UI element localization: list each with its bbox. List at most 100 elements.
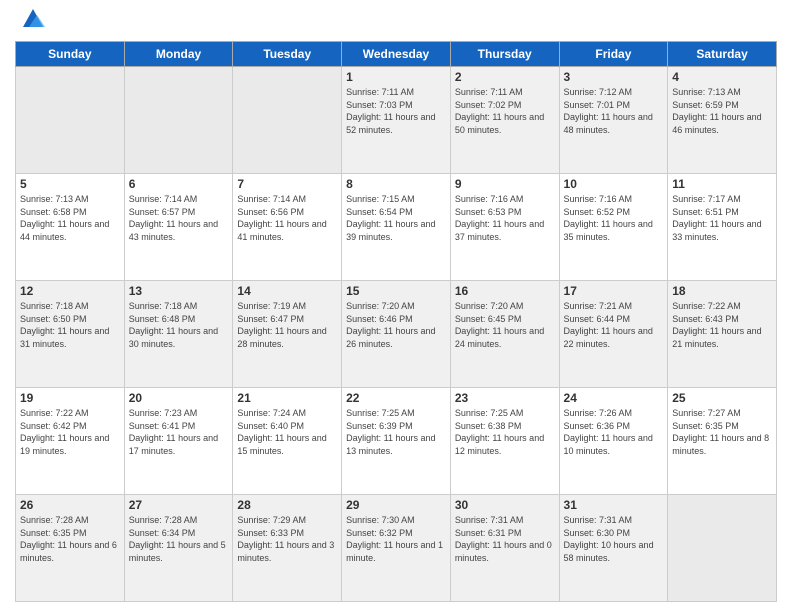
day-number: 15	[346, 284, 446, 298]
calendar-cell: 5 Sunrise: 7:13 AMSunset: 6:58 PMDaylight…	[16, 174, 125, 281]
day-info: Sunrise: 7:17 AMSunset: 6:51 PMDaylight:…	[672, 193, 772, 243]
day-number: 25	[672, 391, 772, 405]
day-info: Sunrise: 7:19 AMSunset: 6:47 PMDaylight:…	[237, 300, 337, 350]
day-info: Sunrise: 7:28 AMSunset: 6:34 PMDaylight:…	[129, 514, 229, 564]
day-header-friday: Friday	[559, 42, 668, 67]
day-number: 2	[455, 70, 555, 84]
day-number: 24	[564, 391, 664, 405]
calendar-cell: 12Sunrise: 7:18 AMSunset: 6:50 PMDayligh…	[16, 281, 125, 388]
calendar-cell: 27 Sunrise: 7:28 AMSunset: 6:34 PMDayligh…	[124, 495, 233, 602]
day-info: Sunrise: 7:23 AMSunset: 6:41 PMDaylight:…	[129, 407, 229, 457]
calendar-cell: 8 Sunrise: 7:15 AMSunset: 6:54 PMDaylight…	[342, 174, 451, 281]
calendar-cell: 20 Sunrise: 7:23 AMSunset: 6:41 PMDayligh…	[124, 388, 233, 495]
day-info: Sunrise: 7:28 AMSunset: 6:35 PMDaylight:…	[20, 514, 120, 564]
calendar-cell: 11 Sunrise: 7:17 AMSunset: 6:51 PMDayligh…	[668, 174, 777, 281]
day-info: Sunrise: 7:26 AMSunset: 6:36 PMDaylight:…	[564, 407, 664, 457]
day-number: 1	[346, 70, 446, 84]
day-info: Sunrise: 7:16 AMSunset: 6:52 PMDaylight:…	[564, 193, 664, 243]
day-info: Sunrise: 7:14 AMSunset: 6:57 PMDaylight:…	[129, 193, 229, 243]
calendar-cell: 7Sunrise: 7:14 AMSunset: 6:56 PMDaylight…	[233, 174, 342, 281]
calendar-cell: 26 Sunrise: 7:28 AMSunset: 6:35 PMDayligh…	[16, 495, 125, 602]
day-info: Sunrise: 7:24 AMSunset: 6:40 PMDaylight:…	[237, 407, 337, 457]
calendar-cell: 6 Sunrise: 7:14 AMSunset: 6:57 PMDaylight…	[124, 174, 233, 281]
calendar-cell	[233, 67, 342, 174]
calendar-cell	[124, 67, 233, 174]
day-info: Sunrise: 7:22 AMSunset: 6:43 PMDaylight:…	[672, 300, 772, 350]
calendar-cell: 21 Sunrise: 7:24 AMSunset: 6:40 PMDayligh…	[233, 388, 342, 495]
day-number: 17	[564, 284, 664, 298]
calendar-cell: 30 Sunrise: 7:31 AMSunset: 6:31 PMDayligh…	[450, 495, 559, 602]
calendar-cell: 29 Sunrise: 7:30 AMSunset: 6:32 PMDayligh…	[342, 495, 451, 602]
calendar-cell: 19 Sunrise: 7:22 AMSunset: 6:42 PMDayligh…	[16, 388, 125, 495]
day-info: Sunrise: 7:11 AMSunset: 7:02 PMDaylight:…	[455, 86, 555, 136]
day-number: 7	[237, 177, 337, 191]
day-number: 27	[129, 498, 229, 512]
day-number: 12	[20, 284, 120, 298]
calendar-cell: 1 Sunrise: 7:11 AMSunset: 7:03 PMDaylight…	[342, 67, 451, 174]
day-number: 11	[672, 177, 772, 191]
day-number: 8	[346, 177, 446, 191]
day-number: 10	[564, 177, 664, 191]
day-number: 5	[20, 177, 120, 191]
day-number: 21	[237, 391, 337, 405]
day-info: Sunrise: 7:27 AMSunset: 6:35 PMDaylight:…	[672, 407, 772, 457]
calendar-cell: 28 Sunrise: 7:29 AMSunset: 6:33 PMDayligh…	[233, 495, 342, 602]
day-header-tuesday: Tuesday	[233, 42, 342, 67]
day-info: Sunrise: 7:16 AMSunset: 6:53 PMDaylight:…	[455, 193, 555, 243]
calendar-cell: 2 Sunrise: 7:11 AMSunset: 7:02 PMDaylight…	[450, 67, 559, 174]
day-header-thursday: Thursday	[450, 42, 559, 67]
day-number: 20	[129, 391, 229, 405]
day-number: 23	[455, 391, 555, 405]
day-header-wednesday: Wednesday	[342, 42, 451, 67]
day-number: 28	[237, 498, 337, 512]
day-number: 6	[129, 177, 229, 191]
day-info: Sunrise: 7:22 AMSunset: 6:42 PMDaylight:…	[20, 407, 120, 457]
day-info: Sunrise: 7:21 AMSunset: 6:44 PMDaylight:…	[564, 300, 664, 350]
day-number: 31	[564, 498, 664, 512]
day-number: 16	[455, 284, 555, 298]
calendar-cell: 31 Sunrise: 7:31 AMSunset: 6:30 PMDayligh…	[559, 495, 668, 602]
calendar-cell: 9 Sunrise: 7:16 AMSunset: 6:53 PMDaylight…	[450, 174, 559, 281]
day-info: Sunrise: 7:20 AMSunset: 6:45 PMDaylight:…	[455, 300, 555, 350]
day-info: Sunrise: 7:13 AMSunset: 6:59 PMDaylight:…	[672, 86, 772, 136]
day-info: Sunrise: 7:31 AMSunset: 6:31 PMDaylight:…	[455, 514, 555, 564]
day-info: Sunrise: 7:30 AMSunset: 6:32 PMDaylight:…	[346, 514, 446, 564]
calendar-cell: 16 Sunrise: 7:20 AMSunset: 6:45 PMDayligh…	[450, 281, 559, 388]
day-number: 14	[237, 284, 337, 298]
calendar-cell: 4 Sunrise: 7:13 AMSunset: 6:59 PMDaylight…	[668, 67, 777, 174]
day-number: 19	[20, 391, 120, 405]
day-info: Sunrise: 7:12 AMSunset: 7:01 PMDaylight:…	[564, 86, 664, 136]
calendar-cell: 13Sunrise: 7:18 AMSunset: 6:48 PMDayligh…	[124, 281, 233, 388]
day-number: 30	[455, 498, 555, 512]
day-header-sunday: Sunday	[16, 42, 125, 67]
calendar-cell: 24 Sunrise: 7:26 AMSunset: 6:36 PMDayligh…	[559, 388, 668, 495]
calendar-cell	[16, 67, 125, 174]
header	[15, 10, 777, 33]
day-info: Sunrise: 7:13 AMSunset: 6:58 PMDaylight:…	[20, 193, 120, 243]
day-header-monday: Monday	[124, 42, 233, 67]
day-number: 29	[346, 498, 446, 512]
calendar-cell: 15 Sunrise: 7:20 AMSunset: 6:46 PMDayligh…	[342, 281, 451, 388]
logo-icon	[19, 5, 47, 33]
day-number: 4	[672, 70, 772, 84]
day-number: 26	[20, 498, 120, 512]
day-number: 9	[455, 177, 555, 191]
day-info: Sunrise: 7:20 AMSunset: 6:46 PMDaylight:…	[346, 300, 446, 350]
calendar-cell	[668, 495, 777, 602]
calendar-cell: 14 Sunrise: 7:19 AMSunset: 6:47 PMDayligh…	[233, 281, 342, 388]
day-number: 18	[672, 284, 772, 298]
calendar-cell: 10 Sunrise: 7:16 AMSunset: 6:52 PMDayligh…	[559, 174, 668, 281]
day-info: Sunrise: 7:25 AMSunset: 6:38 PMDaylight:…	[455, 407, 555, 457]
day-info: Sunrise: 7:18 AMSunset: 6:48 PMDaylight:…	[129, 300, 229, 350]
day-info: Sunrise: 7:25 AMSunset: 6:39 PMDaylight:…	[346, 407, 446, 457]
calendar-cell: 3Sunrise: 7:12 AMSunset: 7:01 PMDaylight…	[559, 67, 668, 174]
day-info: Sunrise: 7:11 AMSunset: 7:03 PMDaylight:…	[346, 86, 446, 136]
day-info: Sunrise: 7:29 AMSunset: 6:33 PMDaylight:…	[237, 514, 337, 564]
day-info: Sunrise: 7:31 AMSunset: 6:30 PMDaylight:…	[564, 514, 664, 564]
calendar-cell: 17 Sunrise: 7:21 AMSunset: 6:44 PMDayligh…	[559, 281, 668, 388]
calendar-cell: 25 Sunrise: 7:27 AMSunset: 6:35 PMDayligh…	[668, 388, 777, 495]
day-info: Sunrise: 7:15 AMSunset: 6:54 PMDaylight:…	[346, 193, 446, 243]
logo	[15, 10, 47, 33]
calendar: SundayMondayTuesdayWednesdayThursdayFrid…	[15, 41, 777, 602]
calendar-cell: 22Sunrise: 7:25 AMSunset: 6:39 PMDayligh…	[342, 388, 451, 495]
